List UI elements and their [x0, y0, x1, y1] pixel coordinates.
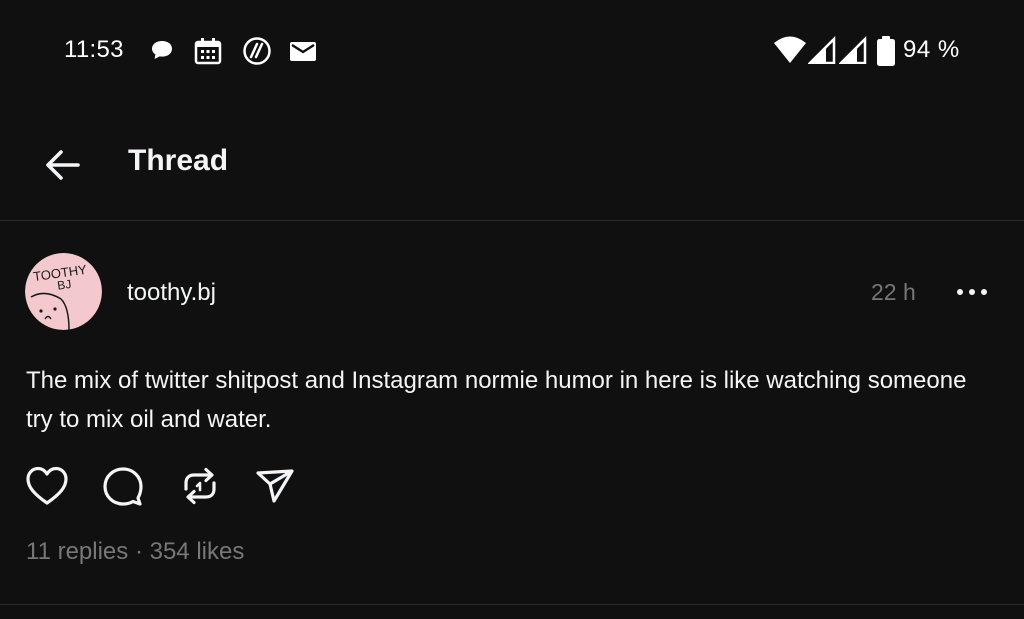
heart-icon: [26, 466, 68, 505]
battery-percentage: 94 %: [903, 36, 960, 63]
repost-icon: [184, 467, 216, 505]
avatar-logo-text: BJ: [56, 277, 72, 293]
wifi-icon: [773, 34, 807, 71]
signal-icon: [837, 35, 867, 69]
more-options-button[interactable]: [950, 278, 994, 306]
status-time: 11:53: [64, 36, 124, 63]
battery-icon: [876, 35, 896, 72]
mail-icon: [288, 36, 318, 71]
screen: 11:53 94 % Thread TOOTHY BJ toothy.bj 22…: [0, 0, 1024, 619]
share-icon: [256, 469, 294, 503]
app-bar: Thread: [0, 104, 1024, 221]
back-button[interactable]: [40, 142, 86, 188]
like-button[interactable]: [24, 463, 70, 509]
share-button[interactable]: [252, 463, 298, 509]
divider: [0, 604, 1024, 605]
reply-button[interactable]: [100, 463, 146, 509]
chat-notification-icon: [148, 36, 176, 69]
username[interactable]: toothy.bj: [127, 279, 216, 307]
status-bar: 11:53 94 %: [0, 0, 1024, 104]
calendar-icon: [193, 36, 223, 71]
repost-button[interactable]: [177, 463, 223, 509]
arrow-left-icon: [46, 150, 80, 180]
avatar-image: TOOTHY BJ: [25, 253, 102, 330]
post-timestamp: 22 h: [871, 279, 916, 305]
comment-icon: [103, 467, 143, 506]
page-title: Thread: [128, 144, 229, 177]
more-horizontal-icon: [957, 289, 987, 295]
post-stats[interactable]: 11 replies · 354 likes: [26, 538, 244, 566]
signal-icon: [806, 35, 836, 69]
avatar[interactable]: TOOTHY BJ: [25, 253, 102, 330]
threads-notification-icon: [242, 36, 272, 71]
post-text: The mix of twitter shitpost and Instagra…: [26, 367, 967, 433]
